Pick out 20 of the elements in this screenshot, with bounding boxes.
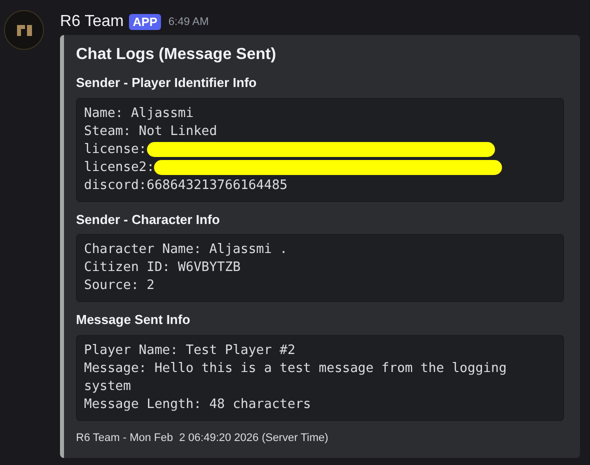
field-name: Sender - Character Info	[76, 210, 221, 228]
field-name: Sender - Player Identifier Info	[76, 74, 258, 92]
code-line: Message Length: 48 characters	[84, 396, 311, 414]
code-line: Name: Aljassmi	[84, 104, 194, 122]
code-line: discord:668643213766164485	[84, 176, 288, 194]
embed-footer: R6 Team - Mon Feb 2 06:49:20 2026 (Server Time)	[76, 430, 564, 446]
code-line: Citizen ID: W6VBYTZB	[84, 259, 241, 277]
code-line: Message: Hello this is a test message from the logging system	[84, 360, 508, 396]
code-line: Player Name: Test Player #2	[84, 342, 296, 360]
app-badge: APP	[128, 14, 162, 30]
author-name[interactable]: R6 Team	[60, 10, 124, 34]
code-line: license2:	[84, 158, 154, 176]
timestamp: 6:49 AM	[168, 14, 209, 30]
embed-title: Chat Logs (Message Sent)	[76, 45, 278, 65]
field-name: Message Sent Info	[76, 311, 192, 329]
code-line: license:	[84, 140, 147, 158]
code-line: Source: 2	[84, 277, 154, 295]
code-line: Character Name: Aljassmi .	[84, 241, 288, 259]
avatar-icon	[4, 10, 44, 50]
code-line: Steam: Not Linked	[84, 122, 218, 140]
